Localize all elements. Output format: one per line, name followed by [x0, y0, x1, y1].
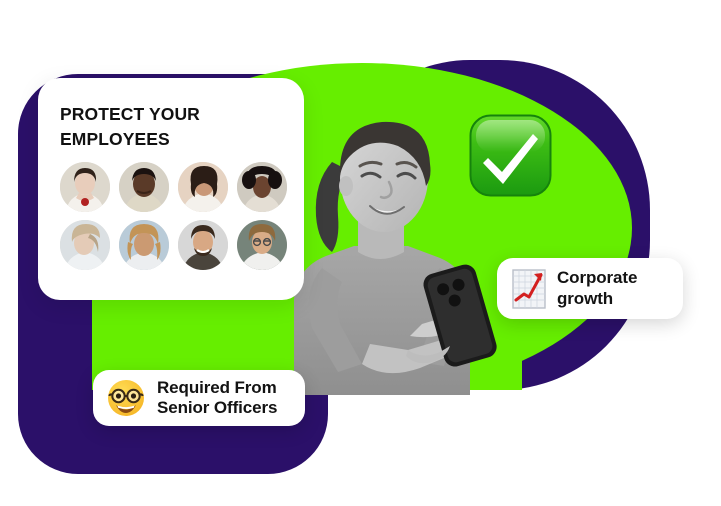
illustration-canvas: PROTECT YOUR EMPLOYEES Corporate growth … [0, 0, 721, 506]
avatar[interactable] [237, 219, 287, 270]
card-title-line-2: EMPLOYEES [60, 128, 170, 149]
avatar[interactable] [237, 161, 287, 212]
avatar[interactable] [119, 161, 169, 212]
avatar[interactable] [60, 219, 110, 270]
corporate-growth-label: Corporate growth [557, 268, 637, 308]
required-senior-officers-label-line-1: Required From [157, 377, 277, 397]
required-senior-officers-label-line-2: Senior Officers [157, 398, 278, 417]
corporate-growth-label-line-2: growth [557, 288, 614, 308]
avatar[interactable] [60, 161, 110, 212]
card-title-line-1: PROTECT YOUR [60, 104, 200, 124]
avatar[interactable] [119, 219, 169, 270]
required-senior-officers-label: Required From Senior Officers [157, 378, 277, 418]
protect-employees-card: PROTECT YOUR EMPLOYEES [38, 78, 304, 300]
avatar[interactable] [178, 161, 228, 212]
corporate-growth-card[interactable]: Corporate growth [497, 258, 683, 319]
nerd-face-icon [107, 379, 145, 417]
required-senior-officers-card[interactable]: Required From Senior Officers [93, 370, 305, 426]
page-title: PROTECT YOUR EMPLOYEES [60, 102, 282, 152]
chart-increasing-icon [512, 268, 546, 309]
employee-avatar-grid [60, 161, 287, 270]
white-check-mark-icon [469, 114, 552, 197]
avatar[interactable] [178, 219, 228, 270]
corporate-growth-label-line-1: Corporate [557, 268, 638, 288]
